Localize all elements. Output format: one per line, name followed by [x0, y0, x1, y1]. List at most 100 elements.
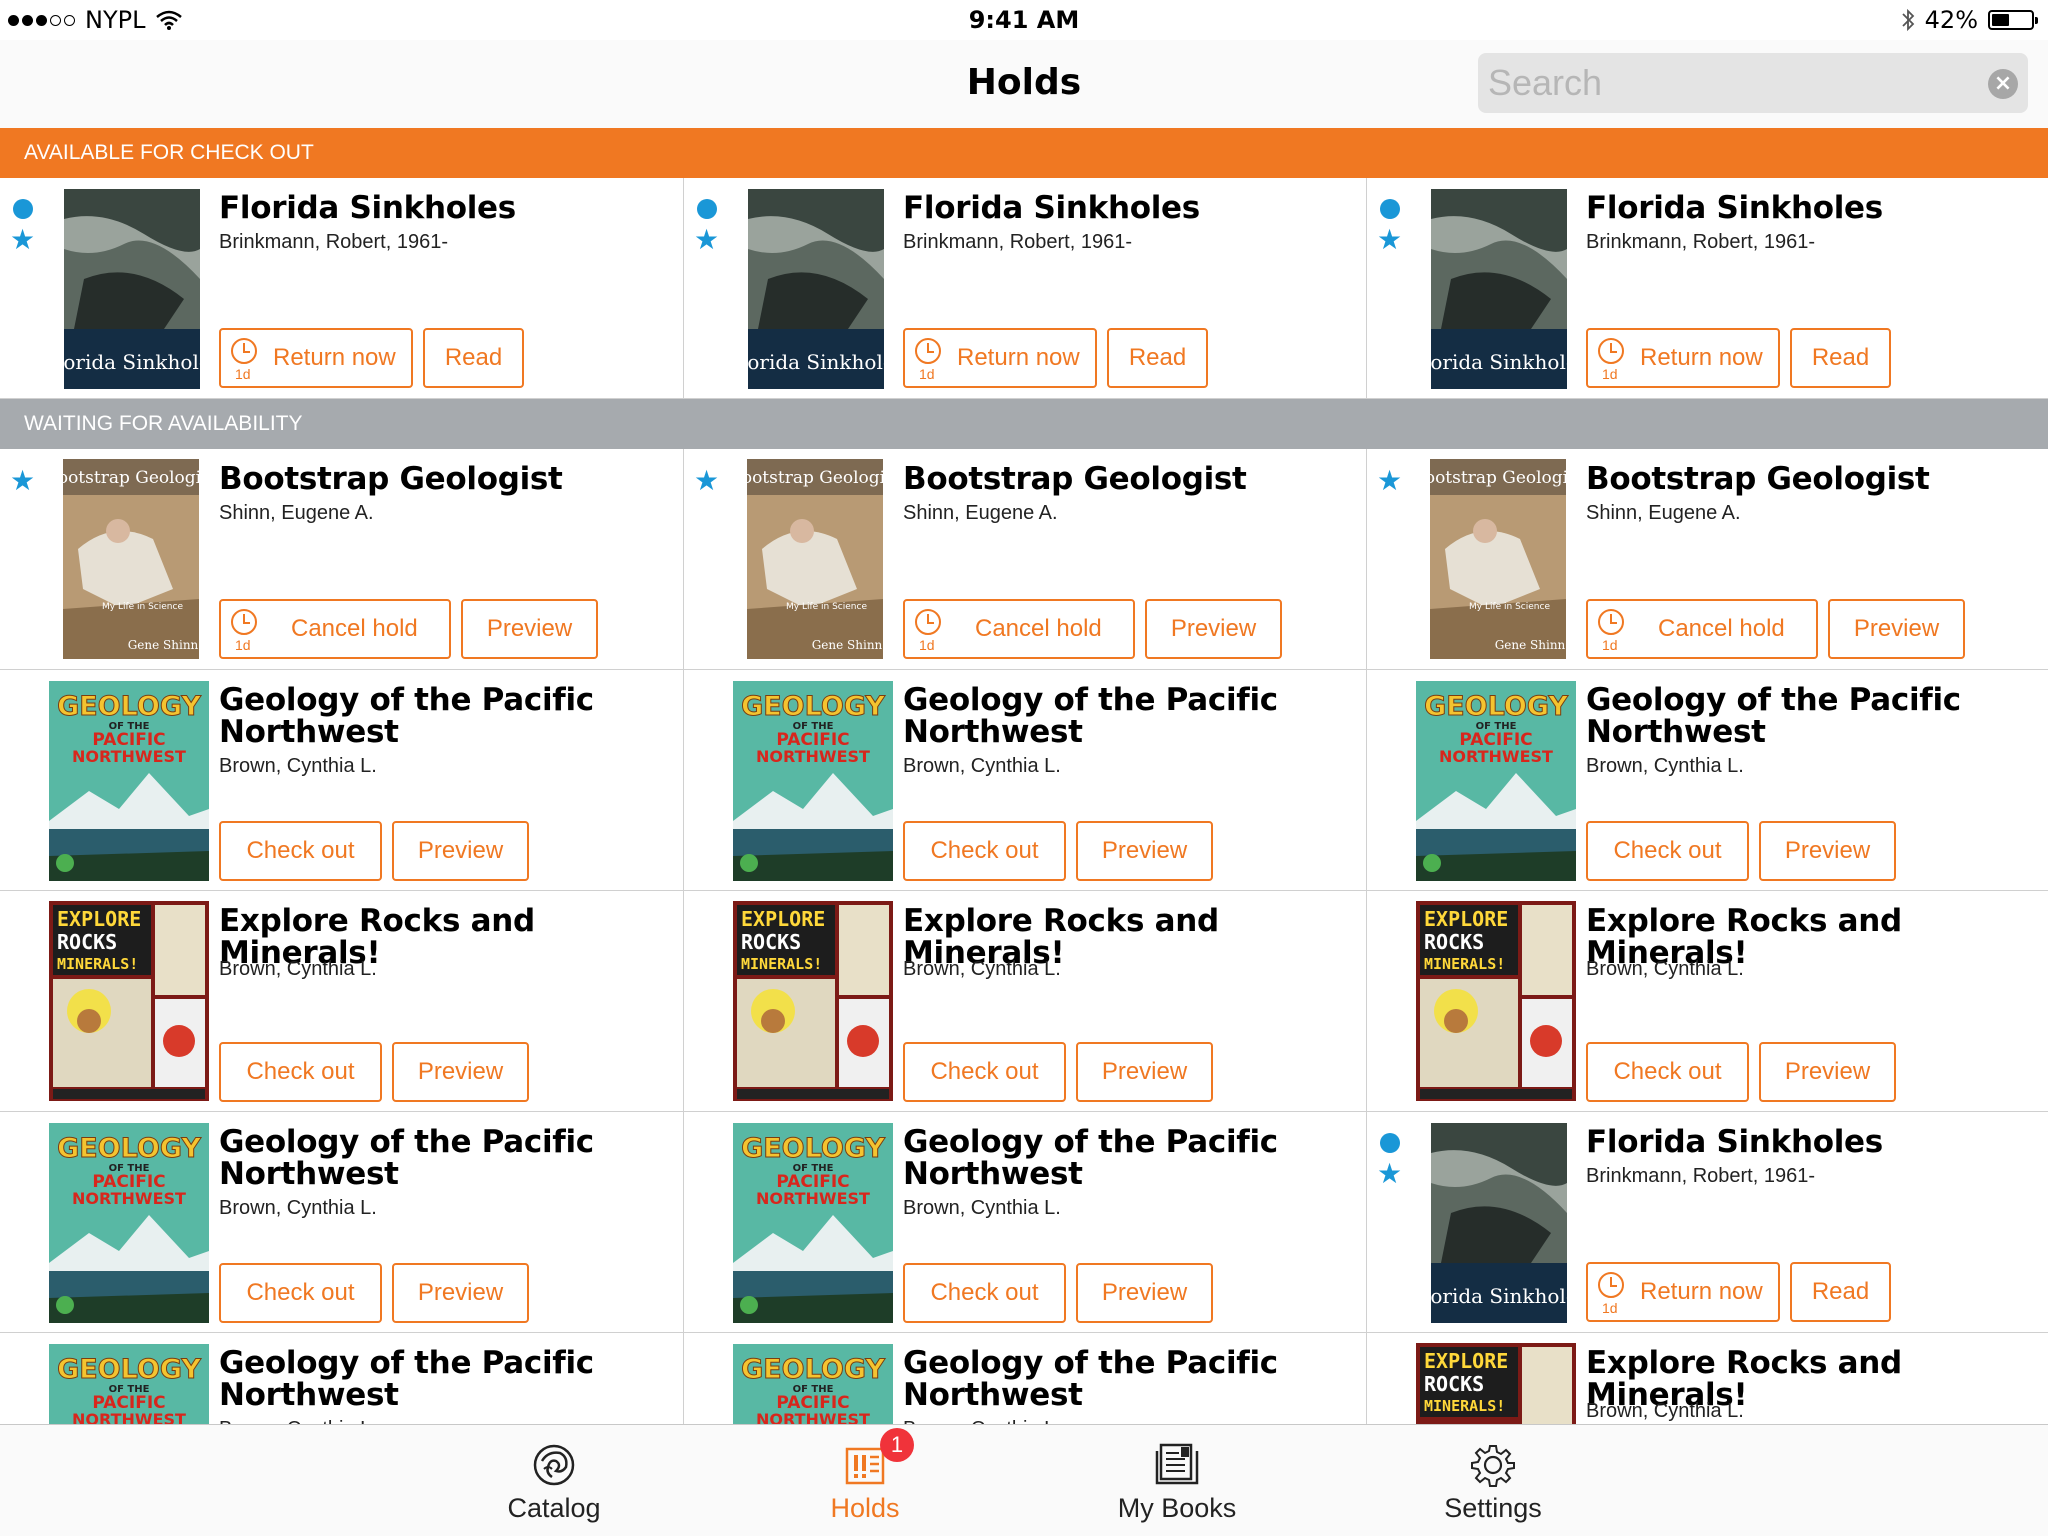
- book-author: Shinn, Eugene A.: [903, 502, 1058, 524]
- tab-my-books[interactable]: My Books: [1077, 1425, 1277, 1536]
- my-books-icon: [1155, 1443, 1199, 1485]
- return-now-button[interactable]: 1d Return now: [1586, 328, 1780, 388]
- svg-text:Gene Shinn: Gene Shinn: [1495, 638, 1566, 652]
- svg-text:Florida Sinkholes: Florida Sinkholes: [748, 350, 884, 374]
- book-cover-pacific[interactable]: GEOLOGY OF THE PACIFIC NORTHWEST: [1416, 681, 1576, 881]
- book-cover-bootstrap[interactable]: Bootstrap Geologist My Life in Science G…: [1430, 459, 1566, 659]
- tab-holds[interactable]: 1 Holds: [765, 1425, 965, 1536]
- book-cell-pacific[interactable]: GEOLOGY OF THE PACIFIC NORTHWEST Geology…: [0, 670, 683, 890]
- book-cell-rocks[interactable]: EXPLORE ROCKS MINERALS! Explore Rocks an…: [1366, 1333, 2048, 1424]
- book-cover-rocks[interactable]: EXPLORE ROCKS MINERALS!: [1416, 901, 1576, 1101]
- book-cover-pacific[interactable]: GEOLOGY OF THE PACIFIC NORTHWEST: [49, 1123, 209, 1323]
- book-title: Geology of the Pacific Northwest: [903, 1124, 1278, 1192]
- book-cell-bootstrap[interactable]: ★ Bootstrap Geologist My Life in Science…: [0, 449, 683, 669]
- book-cover-rocks[interactable]: EXPLORE ROCKS MINERALS!: [49, 901, 209, 1101]
- book-cell-rocks[interactable]: EXPLORE ROCKS MINERALS! Explore Rocks an…: [683, 891, 1366, 1111]
- check-out-button[interactable]: Check out: [903, 821, 1066, 881]
- check-out-button[interactable]: Check out: [903, 1263, 1066, 1323]
- preview-button[interactable]: Preview: [1145, 599, 1282, 659]
- tab-label: Catalog: [507, 1493, 601, 1523]
- cancel-hold-button[interactable]: 1d Cancel hold: [1586, 599, 1818, 659]
- read-button[interactable]: Read: [1107, 328, 1208, 388]
- book-cover-bootstrap[interactable]: Bootstrap Geologist My Life in Science G…: [63, 459, 199, 659]
- book-cover-pacific[interactable]: GEOLOGY OF THE PACIFIC NORTHWEST: [49, 1344, 209, 1424]
- clock-icon: [1598, 338, 1624, 364]
- book-cover-florida[interactable]: Florida Sinkholes: [1431, 1123, 1567, 1323]
- cancel-hold-button[interactable]: 1d Cancel hold: [903, 599, 1135, 659]
- star-icon: ★: [1377, 223, 1403, 256]
- book-cell-pacific[interactable]: GEOLOGY OF THE PACIFIC NORTHWEST Geology…: [683, 1333, 1366, 1424]
- return-now-button[interactable]: 1d Return now: [1586, 1262, 1780, 1322]
- tab-settings[interactable]: Settings: [1393, 1425, 1593, 1536]
- book-cell-florida[interactable]: ★ Florida Sinkholes Florida Sinkholes Br…: [1366, 1112, 2048, 1332]
- book-cell-bootstrap[interactable]: ★ Bootstrap Geologist My Life in Science…: [1366, 449, 2048, 669]
- preview-button[interactable]: Preview: [1759, 1042, 1896, 1102]
- book-title: Geology of the Pacific Northwest: [219, 1124, 594, 1192]
- book-author: Brown, Cynthia L.: [219, 755, 377, 777]
- book-cover-florida[interactable]: Florida Sinkholes: [1431, 189, 1567, 389]
- cancel-hold-button[interactable]: 1d Cancel hold: [219, 599, 451, 659]
- book-cover-pacific[interactable]: GEOLOGY OF THE PACIFIC NORTHWEST: [733, 681, 893, 881]
- book-cell-pacific[interactable]: GEOLOGY OF THE PACIFIC NORTHWEST Geology…: [683, 670, 1366, 890]
- svg-text:ROCKS: ROCKS: [1424, 1372, 1484, 1396]
- book-cell-pacific[interactable]: GEOLOGY OF THE PACIFIC NORTHWEST Geology…: [683, 1112, 1366, 1332]
- svg-text:GEOLOGY: GEOLOGY: [1424, 691, 1568, 722]
- return-now-button[interactable]: 1d Return now: [219, 328, 413, 388]
- check-out-button[interactable]: Check out: [219, 821, 382, 881]
- book-cell-rocks[interactable]: EXPLORE ROCKS MINERALS! Explore Rocks an…: [0, 891, 683, 1111]
- book-cover-florida[interactable]: Florida Sinkholes: [64, 189, 200, 389]
- svg-text:NORTHWEST: NORTHWEST: [756, 1189, 870, 1208]
- book-cover-florida[interactable]: Florida Sinkholes: [748, 189, 884, 389]
- preview-button[interactable]: Preview: [1759, 821, 1896, 881]
- check-out-button[interactable]: Check out: [1586, 821, 1749, 881]
- preview-button[interactable]: Preview: [1076, 821, 1213, 881]
- book-cell-rocks[interactable]: EXPLORE ROCKS MINERALS! Explore Rocks an…: [1366, 891, 2048, 1111]
- preview-button[interactable]: Preview: [1828, 599, 1965, 659]
- read-button[interactable]: Read: [1790, 1262, 1891, 1322]
- return-now-button[interactable]: 1d Return now: [903, 328, 1097, 388]
- book-title: Florida Sinkholes: [219, 190, 516, 226]
- book-cell-pacific[interactable]: GEOLOGY OF THE PACIFIC NORTHWEST Geology…: [1366, 670, 2048, 890]
- book-cell-pacific[interactable]: GEOLOGY OF THE PACIFIC NORTHWEST Geology…: [0, 1112, 683, 1332]
- preview-button[interactable]: Preview: [461, 599, 598, 659]
- read-button[interactable]: Read: [423, 328, 524, 388]
- check-out-button[interactable]: Check out: [1586, 1042, 1749, 1102]
- preview-button[interactable]: Preview: [392, 1263, 529, 1323]
- check-out-button[interactable]: Check out: [903, 1042, 1066, 1102]
- clear-search-icon[interactable]: ×: [1988, 69, 2018, 99]
- svg-text:Bootstrap Geologist: Bootstrap Geologist: [1430, 468, 1566, 488]
- book-cell-florida[interactable]: ★ Florida Sinkholes Florida Sinkholes Br…: [1366, 178, 2048, 398]
- book-title: Florida Sinkholes: [903, 190, 1200, 226]
- book-cover-pacific[interactable]: GEOLOGY OF THE PACIFIC NORTHWEST: [733, 1344, 893, 1424]
- book-cell-florida[interactable]: ★ Florida Sinkholes Florida Sinkholes Br…: [0, 178, 683, 398]
- preview-button[interactable]: Preview: [1076, 1263, 1213, 1323]
- book-row: EXPLORE ROCKS MINERALS! Explore Rocks an…: [0, 891, 2048, 1112]
- book-cover-rocks[interactable]: EXPLORE ROCKS MINERALS!: [1416, 1343, 1576, 1424]
- available-dot-icon: [1380, 1133, 1400, 1153]
- book-cover-bootstrap[interactable]: Bootstrap Geologist My Life in Science G…: [747, 459, 883, 659]
- book-row: ★ Bootstrap Geologist My Life in Science…: [0, 449, 2048, 670]
- svg-text:MINERALS!: MINERALS!: [1424, 1397, 1505, 1415]
- preview-button[interactable]: Preview: [1076, 1042, 1213, 1102]
- svg-text:MINERALS!: MINERALS!: [57, 955, 138, 973]
- preview-button[interactable]: Preview: [392, 821, 529, 881]
- clock-icon: [231, 609, 257, 635]
- book-author: Brown, Cynthia L.: [219, 1197, 377, 1219]
- book-row: GEOLOGY OF THE PACIFIC NORTHWEST Geology…: [0, 670, 2048, 891]
- book-cell-bootstrap[interactable]: ★ Bootstrap Geologist My Life in Science…: [683, 449, 1366, 669]
- search-field[interactable]: ×: [1478, 53, 2028, 113]
- book-cell-pacific[interactable]: GEOLOGY OF THE PACIFIC NORTHWEST Geology…: [0, 1333, 683, 1424]
- book-cover-rocks[interactable]: EXPLORE ROCKS MINERALS!: [733, 901, 893, 1101]
- book-cell-florida[interactable]: ★ Florida Sinkholes Florida Sinkholes Br…: [683, 178, 1366, 398]
- book-cover-pacific[interactable]: GEOLOGY OF THE PACIFIC NORTHWEST: [733, 1123, 893, 1323]
- preview-button[interactable]: Preview: [392, 1042, 529, 1102]
- check-out-button[interactable]: Check out: [219, 1263, 382, 1323]
- book-title: Bootstrap Geologist: [1586, 461, 1930, 497]
- check-out-button[interactable]: Check out: [219, 1042, 382, 1102]
- read-button[interactable]: Read: [1790, 328, 1891, 388]
- tab-catalog[interactable]: Catalog: [454, 1425, 654, 1536]
- search-input[interactable]: [1488, 53, 1958, 113]
- clock-icon: [1598, 1272, 1624, 1298]
- book-cover-pacific[interactable]: GEOLOGY OF THE PACIFIC NORTHWEST: [49, 681, 209, 881]
- book-author: Brown, Cynthia L.: [903, 958, 1061, 980]
